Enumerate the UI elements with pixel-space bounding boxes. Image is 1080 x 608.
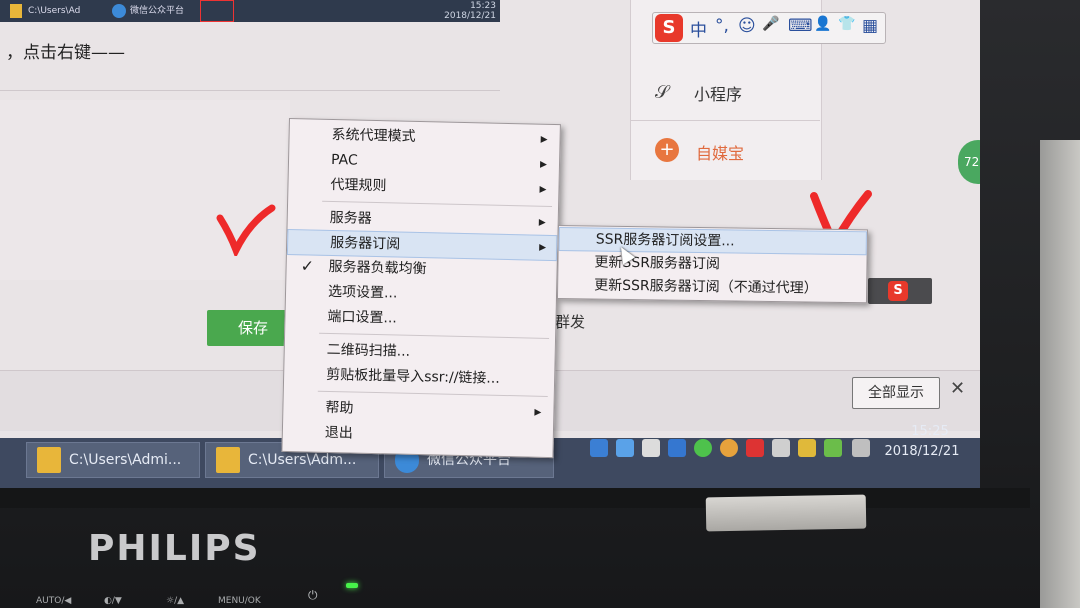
chevron-right-icon: ▶ (534, 407, 542, 418)
onedrive-icon[interactable] (616, 439, 634, 457)
menu-item-label: 选项设置... (327, 283, 398, 302)
top-taskbar-label: 微信公众平台 (130, 6, 185, 16)
menu-item-label: 剪贴板批量导入ssr://链接... (325, 366, 500, 387)
ime-punctuation-icon[interactable]: °, (715, 16, 729, 36)
taskbar-label: C:\Users\Adm... (248, 452, 357, 468)
chevron-right-icon: ▶ (540, 134, 548, 145)
menu-item-exit[interactable]: 退出 (283, 420, 551, 450)
power-led (346, 583, 358, 588)
plus-icon: + (655, 138, 679, 162)
browser-icon (112, 3, 126, 18)
submenu-item-label: 更新SSR服务器订阅（不通过代理） (594, 277, 818, 297)
microphone-icon[interactable]: 🎤 (762, 16, 779, 32)
background-wall (1040, 140, 1080, 608)
menu-item-label: 服务器订阅 (329, 234, 401, 253)
browser-tray-icon[interactable] (720, 439, 738, 457)
sogou-small-icon[interactable]: S (888, 281, 908, 301)
brand-logo: PHILIPS (88, 528, 261, 569)
submenu-item-update-no-proxy[interactable]: 更新SSR服务器订阅（不通过代理） (558, 274, 864, 300)
top-clock-date: 2018/12/21 (444, 11, 496, 21)
bezel-edge (0, 488, 1030, 508)
article-text: ，点击右键—— (6, 43, 125, 63)
top-taskbar-item[interactable]: C:\Users\Ad (10, 2, 100, 20)
menu-item-label: 服务器负载均衡 (328, 258, 427, 278)
wechat-icon[interactable] (694, 439, 712, 457)
skin-icon[interactable]: 👕 (838, 16, 855, 32)
up-button[interactable]: ☼/▲ (166, 596, 184, 606)
top-clock: 15:23 2018/12/21 (436, 1, 496, 21)
top-taskbar: C:\Users\Ad 微信公众平台 15:23 2018/12/21 (0, 0, 500, 22)
mini-program-link[interactable]: 小程序 (694, 81, 742, 105)
divider (630, 120, 820, 121)
emoji-icon[interactable]: ☺ (738, 16, 756, 36)
menu-item-proxy-rules[interactable]: 代理规则 ▶ (288, 172, 556, 202)
tray-highlight-box (200, 0, 234, 22)
ime-chinese-icon[interactable]: 中 (690, 16, 707, 41)
clock-date[interactable]: 2018/12/21 (882, 444, 962, 459)
network-icon[interactable] (798, 439, 816, 457)
top-taskbar-item[interactable]: 微信公众平台 (112, 2, 197, 20)
red-check-mark (216, 204, 276, 256)
grid-icon[interactable]: ▦ (862, 16, 878, 36)
menu-item-import-clipboard[interactable]: 剪贴板批量导入ssr://链接... (284, 362, 552, 392)
divider (0, 90, 500, 91)
menu-item-label: 端口设置... (327, 308, 398, 327)
cloud-icon[interactable] (590, 439, 608, 457)
power-icon[interactable]: ⏻ (308, 588, 318, 603)
menu-ok-button[interactable]: MENU/OK (218, 596, 261, 606)
top-clock-time: 15:23 (470, 1, 496, 11)
folder-icon (37, 447, 61, 473)
submenu-item-label: 更新SSR服务器订阅 (594, 254, 721, 273)
menu-item-label: 系统代理模式 (331, 126, 416, 145)
keyboard-icon[interactable]: ⌨ (788, 16, 813, 36)
taskbar-label: C:\Users\Admi... (69, 452, 182, 468)
shield-icon[interactable] (824, 439, 842, 457)
chevron-right-icon: ▶ (538, 217, 546, 228)
sogou-logo-icon[interactable]: S (655, 14, 683, 42)
menu-item-label: 二维码扫描... (326, 341, 411, 360)
security-icon[interactable] (746, 439, 764, 457)
taskbar-button-explorer[interactable]: C:\Users\Admi... (26, 442, 200, 478)
self-media-link[interactable]: 自媒宝 (696, 140, 744, 164)
clipboard-icon[interactable] (772, 439, 790, 457)
user-icon[interactable]: 👤 (814, 16, 831, 32)
publish-button[interactable]: 群发 (555, 311, 585, 332)
folder-icon (216, 447, 240, 473)
chevron-right-icon: ▶ (539, 242, 547, 253)
clock-time[interactable]: 15:25 (900, 424, 960, 439)
menu-item-label: PAC (330, 151, 358, 169)
menu-item-label: 帮助 (325, 399, 354, 417)
menu-item-label: 退出 (324, 424, 354, 442)
menu-item-label: 服务器 (329, 209, 372, 227)
volume-muted-icon[interactable] (852, 439, 870, 457)
tray-context-menu: 系统代理模式 ▶ PAC ▶ 代理规则 ▶ 服务器 ▶ 服务器订阅 ▶ ✓ 服务器负载均衡 … (281, 118, 561, 459)
close-icon[interactable]: ✕ (950, 378, 965, 399)
chevron-right-icon: ▶ (539, 159, 548, 170)
tape-patch (705, 494, 867, 532)
subscription-submenu: SSR服务器订阅设置... 更新SSR服务器订阅 更新SSR服务器订阅（不通过代… (556, 225, 868, 304)
top-taskbar-label: C:\Users\Ad (28, 6, 81, 16)
display-icon[interactable] (642, 439, 660, 457)
show-all-button[interactable]: 全部显示 (852, 377, 940, 409)
submenu-item-update-subscription[interactable]: 更新SSR服务器订阅 (558, 251, 864, 277)
auto-button[interactable]: AUTO/◀ (36, 596, 71, 606)
progress-badge: 72 (958, 140, 980, 184)
folder-icon (10, 3, 22, 18)
sogou-tray-icon[interactable] (668, 439, 686, 457)
link-icon: 𝒮 (655, 82, 669, 103)
chevron-right-icon: ▶ (539, 184, 547, 195)
checkmark-icon: ✓ (300, 256, 315, 276)
menu-item-label: 代理规则 (330, 176, 387, 195)
down-button[interactable]: ◐/▼ (104, 596, 122, 606)
menu-item-port-settings[interactable]: 端口设置... (285, 304, 553, 334)
